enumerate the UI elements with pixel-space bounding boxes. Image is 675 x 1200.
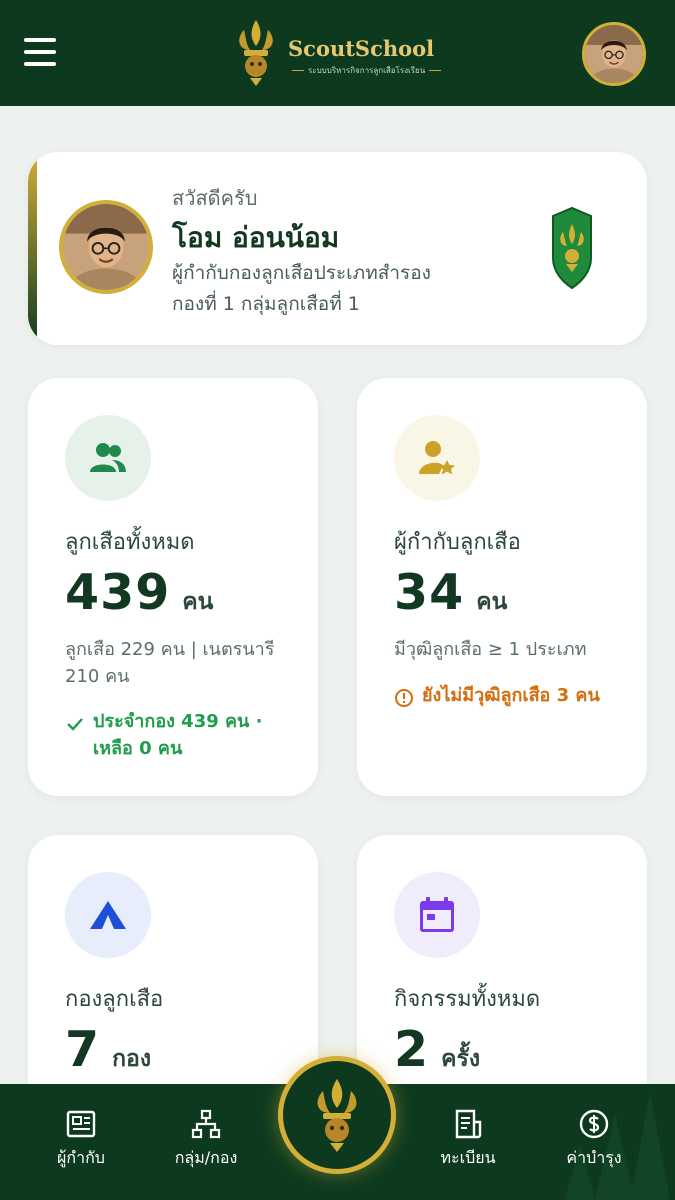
stat-value: 34 คน [394,564,508,621]
stat-value: 7 กอง [65,1021,152,1078]
alert-circle-icon [395,689,413,707]
stat-card-scouts[interactable]: ลูกเสือทั้งหมด 439 คน ลูกเสือ 229 คน | เน… [28,378,318,796]
scout-emblem-icon [317,1079,357,1152]
id-card-icon [66,1110,96,1138]
nav-label: ผู้กำกับ [57,1148,105,1167]
nav-label: กลุ่ม/กอง [174,1148,238,1167]
stat-detail: ลูกเสือ 229 คน | เนตรนารี 210 คน [65,639,275,687]
user-role: ผู้กำกับกองลูกเสือประเภทสำรอง กองที่ 1 ก… [172,258,552,320]
user-name: โอม อ่อนน้อม [172,221,340,254]
nav-register[interactable]: ทะเบียน [408,1108,528,1171]
user-role-line2: กองที่ 1 กลุ่มลูกเสือที่ 1 [172,293,360,315]
stat-value: 2 ครั้ง [394,1021,481,1078]
stat-value: 439 คน [65,564,214,621]
stat-title: ผู้กำกับลูกเสือ [394,530,521,555]
user-avatar[interactable] [582,22,646,86]
stat-detail: มีวุฒิลูกเสือ ≥ 1 ประเภท [394,639,587,660]
center-home-button[interactable] [278,1056,396,1174]
tent-icon [65,872,151,958]
profile-avatar [59,200,153,294]
brand-logo[interactable]: ScoutSchool ระบบบริหารกิจการลูกเสือโรงเร… [230,16,440,90]
dollar-coin-icon [579,1109,609,1139]
register-doc-icon [455,1109,482,1139]
calendar-icon [394,872,480,958]
stat-status-warning: ยังไม่มีวุฒิลูกเสือ 3 คน [394,682,629,709]
nav-label: ค่าบำรุง [566,1148,622,1167]
stat-card-leaders[interactable]: ผู้กำกับลูกเสือ 34 คน มีวุฒิลูกเสือ ≥ 1 ป… [357,378,647,796]
check-icon [67,718,83,731]
top-app-bar: ScoutSchool ระบบบริหารกิจการลูกเสือโรงเร… [0,0,675,106]
nav-label: ทะเบียน [440,1148,496,1167]
stat-title: ลูกเสือทั้งหมด [65,530,195,555]
leader-star-icon [394,415,480,501]
users-icon [65,415,151,501]
nav-groups[interactable]: กลุ่ม/กอง [146,1108,266,1171]
user-role-line1: ผู้กำกับกองลูกเสือประเภทสำรอง [172,262,431,284]
brand-name: ScoutSchool [288,36,435,61]
brand-tagline: ระบบบริหารกิจการลูกเสือโรงเรียน [288,64,445,77]
org-chart-icon [191,1109,221,1139]
stat-title: กิจกรรมทั้งหมด [394,987,541,1012]
stat-title: กองลูกเสือ [65,987,164,1012]
hamburger-menu-icon[interactable] [24,38,56,68]
stat-status-ok: ประจำกอง 439 คน · เหลือ 0 คน [65,708,300,762]
scout-emblem-icon [239,20,273,86]
profile-card[interactable]: สวัสดีครับ โอม อ่อนน้อม ผู้กำกับกองลูกเส… [28,152,647,345]
scout-badge-icon [552,206,592,290]
nav-fees[interactable]: ค่าบำรุง [534,1108,654,1171]
nav-leaders[interactable]: ผู้กำกับ [21,1108,141,1171]
greeting-text: สวัสดีครับ [172,186,258,210]
